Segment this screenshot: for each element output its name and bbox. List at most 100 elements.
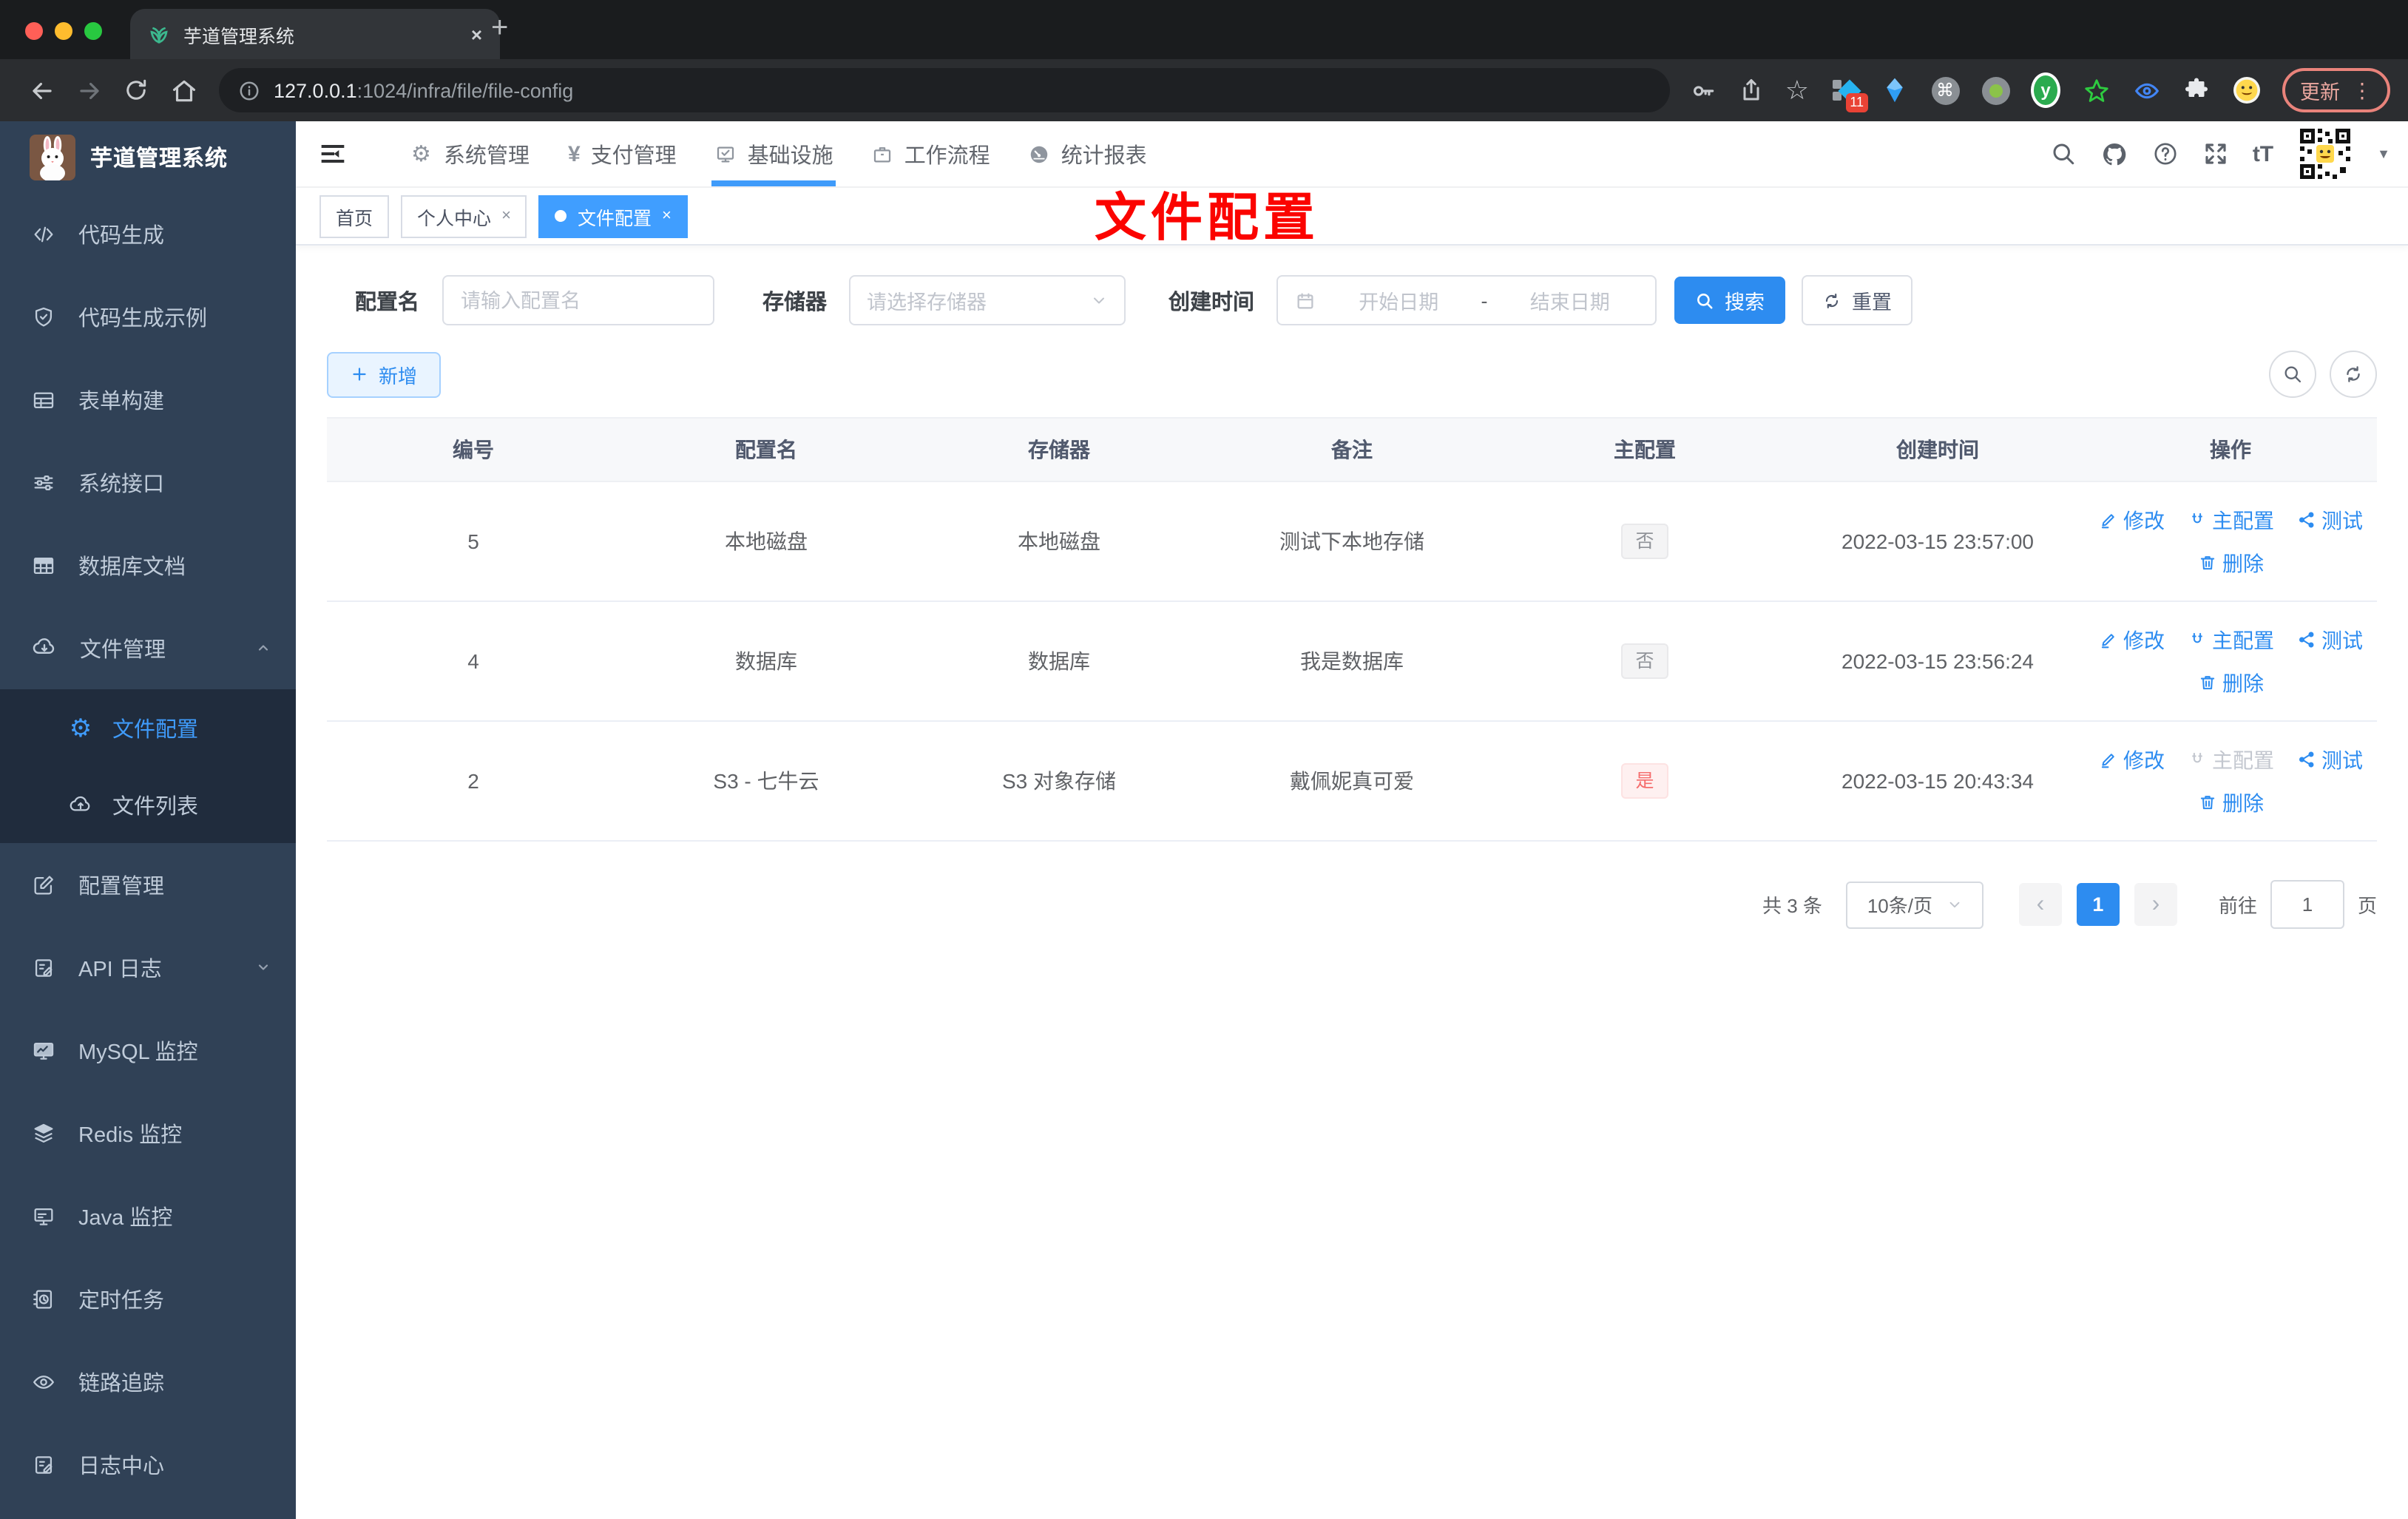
back-icon[interactable] [18,76,65,104]
browser-toolbar: 127.0.0.1:1024/infra/file/file-config ☆ … [0,59,2408,121]
tag-file-config[interactable]: 文件配置 × [538,194,688,237]
delete-link[interactable]: 删除 [2197,668,2264,697]
extension-dot-icon[interactable] [1981,75,2010,105]
sidebar-item-tracing[interactable]: 链路追踪 [0,1340,296,1423]
site-info-icon[interactable] [238,79,260,101]
test-link[interactable]: 测试 [2296,745,2363,774]
browser-tab[interactable]: 芋道管理系统 × [130,9,500,59]
sidebar-item-code-generate[interactable]: 代码生成 [0,192,296,275]
tag-home[interactable]: 首页 [319,194,390,237]
edit-link[interactable]: 修改 [2098,625,2165,654]
sidebar-item-db-doc[interactable]: 数据库文档 [0,524,296,606]
extensions-puzzle-icon[interactable] [2182,75,2211,105]
github-icon[interactable] [2100,140,2128,168]
master-config-link[interactable]: 主配置 [2187,625,2274,654]
edit-link[interactable]: 修改 [2098,505,2165,535]
nav-item-payment[interactable]: ¥ 支付管理 [549,121,696,186]
top-nav: ⚙ 系统管理 ¥ 支付管理 基础设施 工作流程 统计报表 [392,121,1166,186]
show-search-button[interactable] [2269,351,2316,398]
sidebar-item-scheduled-tasks[interactable]: 定时任务 [0,1257,296,1340]
font-size-icon[interactable]: tT [2253,141,2273,166]
home-icon[interactable] [160,76,207,104]
page-content: 配置名 存储器 请选择存储器 创建时间 开始日期 - 结束日期 [296,246,2408,929]
next-page-button[interactable]: › [2134,883,2177,926]
sidebar-item-file-config[interactable]: ⚙ 文件配置 [0,689,296,766]
sidebar-item-config-management[interactable]: 配置管理 [0,843,296,926]
sliders-icon [31,470,56,495]
extension-y-icon[interactable]: y [2031,72,2060,108]
table-toolbar: 新增 [327,351,2377,398]
sidebar-item-file-list[interactable]: 文件列表 [0,766,296,843]
zoom-window-button[interactable] [84,22,102,40]
extension-eye-icon[interactable] [2131,75,2161,105]
add-button[interactable]: 新增 [327,351,442,397]
config-name-label: 配置名 [355,291,419,314]
tab-close-icon[interactable]: × [471,23,482,45]
sidebar-item-code-demo[interactable]: 代码生成示例 [0,275,296,358]
nav-item-system[interactable]: ⚙ 系统管理 [392,121,549,186]
forward-icon[interactable] [65,76,112,104]
briefcase-icon [872,143,894,165]
search-button[interactable]: 搜索 [1674,277,1785,324]
refresh-table-button[interactable] [2330,351,2377,398]
avatar-qr[interactable] [2297,126,2354,182]
sidebar-item-log-center[interactable]: 日志中心 [0,1423,296,1506]
table-header-row: 编号 配置名 存储器 备注 主配置 创建时间 操作 [327,417,2377,482]
goto-page-input[interactable] [2270,880,2344,929]
fullscreen-icon[interactable] [2202,141,2229,167]
prev-page-button[interactable]: ‹ [2018,883,2062,926]
storage-label: 存储器 [762,291,827,314]
new-tab-button[interactable]: + [491,12,508,46]
window-controls [25,22,102,40]
sidebar-item-form-builder[interactable]: 表单构建 [0,358,296,441]
nav-item-workflow[interactable]: 工作流程 [853,121,1009,186]
extension-command-icon[interactable]: ⌘ [1930,75,1960,105]
pagination: 共 3 条 10条/页 ‹ 1 › 前往 页 [327,880,2377,929]
reload-icon[interactable] [112,77,160,104]
sidebar-group-api-log[interactable]: API 日志 [0,926,296,1009]
sidebar-item-mysql-monitor[interactable]: MySQL 监控 [0,1009,296,1092]
page-size-select[interactable]: 10条/页 [1845,881,1983,928]
sidebar-item-redis-monitor[interactable]: Redis 监控 [0,1092,296,1174]
master-config-link[interactable]: 主配置 [2187,505,2274,535]
storage-select[interactable]: 请选择存储器 [849,275,1126,325]
app-window: 芋道管理系统 代码生成 代码生成示例 表单构建 系统接口 数据库文档 文件管理 … [0,121,2408,1519]
delete-link[interactable]: 删除 [2197,788,2264,817]
share-icon[interactable] [1738,77,1765,104]
sidebar-item-java-monitor[interactable]: Java 监控 [0,1174,296,1257]
red-annotation-text: 文件配置 [1095,189,1320,247]
current-page[interactable]: 1 [2076,883,2120,926]
nav-item-infrastructure[interactable]: 基础设施 [696,121,853,186]
browser-menu-icon[interactable]: ⋮ [2352,78,2373,103]
extension-emoji-icon[interactable] [2232,75,2262,105]
extension-grid-icon[interactable]: 11 [1830,75,1868,112]
test-link[interactable]: 测试 [2296,505,2363,535]
date-range-picker[interactable]: 开始日期 - 结束日期 [1276,275,1657,325]
minimize-window-button[interactable] [55,22,72,40]
tag-profile[interactable]: 个人中心 × [401,194,527,237]
avatar-caret-icon[interactable]: ▼ [2377,146,2390,161]
sidebar-group-file-management[interactable]: 文件管理 [0,606,296,689]
help-icon[interactable] [2152,141,2179,167]
url-bar[interactable]: 127.0.0.1:1024/infra/file/file-config [219,68,1670,112]
extension-star-icon[interactable] [2081,75,2111,105]
reset-button[interactable]: 重置 [1802,275,1912,325]
edit-link[interactable]: 修改 [2098,745,2165,774]
bookmark-star-icon[interactable]: ☆ [1785,77,1809,104]
close-icon[interactable]: × [501,207,511,225]
delete-link[interactable]: 删除 [2197,548,2264,578]
extension-gem-icon[interactable] [1880,75,1910,105]
close-window-button[interactable] [25,22,43,40]
collapse-sidebar-icon[interactable] [318,139,348,169]
sidebar-item-system-api[interactable]: 系统接口 [0,441,296,524]
master-config-link[interactable]: 主配置 [2187,745,2274,774]
test-link[interactable]: 测试 [2296,625,2363,654]
col-created: 创建时间 [1791,417,2084,482]
start-date-placeholder: 开始日期 [1359,291,1439,314]
search-icon[interactable] [2050,141,2077,167]
close-icon[interactable]: × [662,207,672,225]
browser-update-button[interactable]: 更新 ⋮ [2282,68,2390,112]
config-name-input[interactable] [442,275,714,325]
gear-icon: ⚙ [69,714,92,742]
password-key-icon[interactable] [1689,76,1717,104]
